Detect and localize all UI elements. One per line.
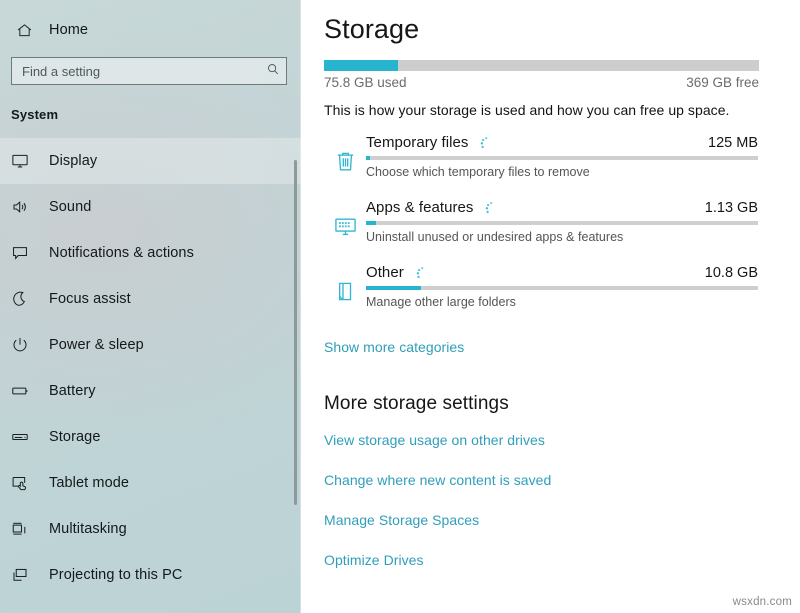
storage-category-body: Apps & features 1.13 GB Uninstall unused… bbox=[366, 197, 760, 244]
storage-category-bar bbox=[366, 156, 758, 160]
sidebar-item-projecting-to-this-pc[interactable]: Projecting to this PC bbox=[0, 552, 301, 598]
sidebar-item-tablet-mode[interactable]: Tablet mode bbox=[0, 460, 301, 506]
battery-icon bbox=[11, 382, 37, 400]
storage-category-topline: Other 10.8 GB bbox=[366, 264, 758, 281]
sidebar-item-power-sleep[interactable]: Power & sleep bbox=[0, 322, 301, 368]
sidebar-item-display[interactable]: Display bbox=[0, 138, 301, 184]
storage-category-bar bbox=[366, 286, 758, 290]
storage-category-topline: Apps & features 1.13 GB bbox=[366, 199, 758, 216]
notification-icon bbox=[11, 244, 37, 262]
sidebar-home-label: Home bbox=[49, 22, 89, 38]
drive-usage-fill bbox=[324, 60, 398, 71]
storage-category-description: Uninstall unused or undesired apps & fea… bbox=[366, 230, 624, 244]
storage-category-row[interactable]: Temporary files 125 MB Choose which temp… bbox=[324, 132, 760, 197]
storage-category-body: Other 10.8 GB Manage other large folders bbox=[366, 262, 760, 309]
intro-text: This is how your storage is used and how… bbox=[324, 102, 730, 118]
sidebar-item-sound[interactable]: Sound bbox=[0, 184, 301, 230]
sidebar-item-label: Focus assist bbox=[49, 291, 131, 307]
speaker-icon bbox=[11, 198, 37, 216]
multitask-icon bbox=[11, 520, 37, 538]
sidebar-scrollbar-thumb[interactable] bbox=[294, 160, 297, 505]
storage-category-topline: Temporary files 125 MB bbox=[366, 134, 758, 151]
link-optimize-drives[interactable]: Optimize Drives bbox=[324, 552, 760, 568]
sidebar-item-label: Storage bbox=[49, 429, 101, 445]
storage-category-description: Manage other large folders bbox=[366, 295, 516, 309]
power-icon bbox=[11, 336, 37, 354]
storage-category-name: Apps & features bbox=[366, 199, 474, 216]
sidebar-item-label: Tablet mode bbox=[49, 475, 130, 491]
folder-page-icon bbox=[324, 262, 366, 320]
settings-window: Home System Display bbox=[0, 0, 800, 613]
watermark: wsxdn.com bbox=[732, 596, 792, 608]
sidebar-item-battery[interactable]: Battery bbox=[0, 368, 301, 414]
storage-category-bar-fill bbox=[366, 286, 421, 290]
storage-category-bar-fill bbox=[366, 156, 370, 160]
storage-category-name: Temporary files bbox=[366, 134, 469, 151]
sidebar-nav-list: Display Sound Notifications & actions Fo… bbox=[0, 138, 301, 598]
loading-spinner-icon bbox=[480, 136, 492, 150]
sidebar-item-storage[interactable]: Storage bbox=[0, 414, 301, 460]
show-more-categories-link[interactable]: Show more categories bbox=[324, 339, 760, 355]
link-view-storage-usage-other-drives[interactable]: View storage usage on other drives bbox=[324, 432, 760, 448]
storage-category-size: 10.8 GB bbox=[704, 264, 758, 281]
main-content: Storage 75.8 GB used 369 GB free This is… bbox=[301, 0, 800, 613]
drive-usage-legend: 75.8 GB used 369 GB free bbox=[324, 75, 759, 90]
more-storage-settings-links: View storage usage on other drives Chang… bbox=[324, 432, 760, 568]
sidebar-item-multitasking[interactable]: Multitasking bbox=[0, 506, 301, 552]
apps-monitor-icon bbox=[324, 197, 366, 255]
trash-icon bbox=[324, 132, 366, 190]
storage-category-row[interactable]: Apps & features 1.13 GB Uninstall unused… bbox=[324, 197, 760, 262]
sidebar-item-label: Multitasking bbox=[49, 521, 127, 537]
sidebar-scrollbar[interactable] bbox=[292, 0, 299, 613]
sidebar-section-heading: System bbox=[11, 107, 59, 122]
tablet-touch-icon bbox=[11, 474, 37, 492]
storage-category-size: 1.13 GB bbox=[704, 199, 758, 216]
sidebar-item-label: Power & sleep bbox=[49, 337, 144, 353]
moon-icon bbox=[11, 290, 37, 308]
page-title: Storage bbox=[324, 14, 420, 44]
link-change-where-new-content-saved[interactable]: Change where new content is saved bbox=[324, 472, 760, 488]
storage-category-list: Temporary files 125 MB Choose which temp… bbox=[324, 132, 760, 327]
project-icon bbox=[11, 566, 37, 584]
storage-category-size: 125 MB bbox=[708, 134, 758, 151]
sidebar-item-notifications-actions[interactable]: Notifications & actions bbox=[0, 230, 301, 276]
storage-category-description: Choose which temporary files to remove bbox=[366, 165, 590, 179]
loading-spinner-icon bbox=[485, 201, 497, 215]
storage-category-name: Other bbox=[366, 264, 404, 281]
sidebar-item-home[interactable]: Home bbox=[0, 12, 301, 48]
search-container bbox=[11, 57, 287, 85]
sidebar-item-focus-assist[interactable]: Focus assist bbox=[0, 276, 301, 322]
link-manage-storage-spaces[interactable]: Manage Storage Spaces bbox=[324, 512, 760, 528]
navigation-sidebar: Home System Display bbox=[0, 0, 301, 613]
drive-usage-bar bbox=[324, 60, 759, 71]
storage-category-body: Temporary files 125 MB Choose which temp… bbox=[366, 132, 760, 179]
search-input[interactable] bbox=[11, 57, 287, 85]
sidebar-item-label: Notifications & actions bbox=[49, 245, 194, 261]
sidebar-item-label: Projecting to this PC bbox=[49, 567, 183, 583]
sidebar-item-label: Battery bbox=[49, 383, 96, 399]
sidebar-item-label: Sound bbox=[49, 199, 92, 215]
storage-category-bar-fill bbox=[366, 221, 376, 225]
drive-icon bbox=[11, 428, 37, 446]
storage-category-row[interactable]: Other 10.8 GB Manage other large folders bbox=[324, 262, 760, 327]
more-storage-settings-heading: More storage settings bbox=[324, 393, 509, 414]
sidebar-item-label: Display bbox=[49, 153, 98, 169]
drive-free-label: 369 GB free bbox=[686, 75, 759, 90]
storage-category-bar bbox=[366, 221, 758, 225]
home-icon bbox=[10, 22, 38, 39]
drive-used-label: 75.8 GB used bbox=[324, 75, 407, 90]
loading-spinner-icon bbox=[416, 266, 428, 280]
monitor-icon bbox=[11, 152, 37, 170]
